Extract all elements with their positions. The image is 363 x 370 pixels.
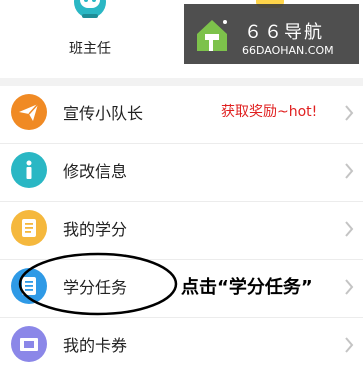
document-icon [11, 210, 47, 246]
house-logo-icon [197, 20, 227, 51]
menu-item-credit-tasks[interactable]: 学分任务 点击“学分任务” [0, 252, 363, 318]
menu-item-label: 修改信息 [63, 162, 128, 181]
menu-item-promoter[interactable]: 宣传小队长 获取奖励~hot! [0, 86, 363, 144]
info-icon [11, 152, 47, 188]
chevron-right-icon [345, 221, 354, 237]
watermark-title: ６６导航 [244, 22, 324, 43]
menu-item-edit-info[interactable]: 修改信息 [0, 144, 363, 202]
head-teacher-label: 班主任 [69, 41, 111, 57]
chevron-right-icon [345, 337, 354, 353]
head-teacher-entry[interactable]: 班主任 [60, 0, 124, 70]
menu-item-label: 宣传小队长 [63, 104, 144, 123]
menu-list: 宣传小队长 获取奖励~hot! 修改信息 我的学分 学分任务 点击“学分任务” … [0, 86, 363, 370]
teacher-avatar-icon [74, 0, 106, 18]
chevron-right-icon [345, 279, 354, 295]
watermark-url: 66DAOHAN.COM [242, 44, 334, 57]
promo-text: 获取奖励~hot! [221, 104, 318, 120]
section-divider [0, 78, 363, 86]
watermark: ６６导航 66DAOHAN.COM [184, 4, 359, 64]
menu-item-label: 我的学分 [63, 220, 128, 239]
menu-item-label: 我的卡券 [63, 336, 128, 355]
chevron-right-icon [345, 163, 354, 179]
highlight-ellipse [18, 252, 178, 316]
annotation-text: 点击“学分任务” [181, 277, 313, 298]
paper-plane-icon [11, 94, 47, 130]
chevron-right-icon [345, 105, 354, 121]
coupon-icon [11, 326, 47, 362]
menu-item-my-coupons[interactable]: 我的卡券 [0, 318, 363, 370]
